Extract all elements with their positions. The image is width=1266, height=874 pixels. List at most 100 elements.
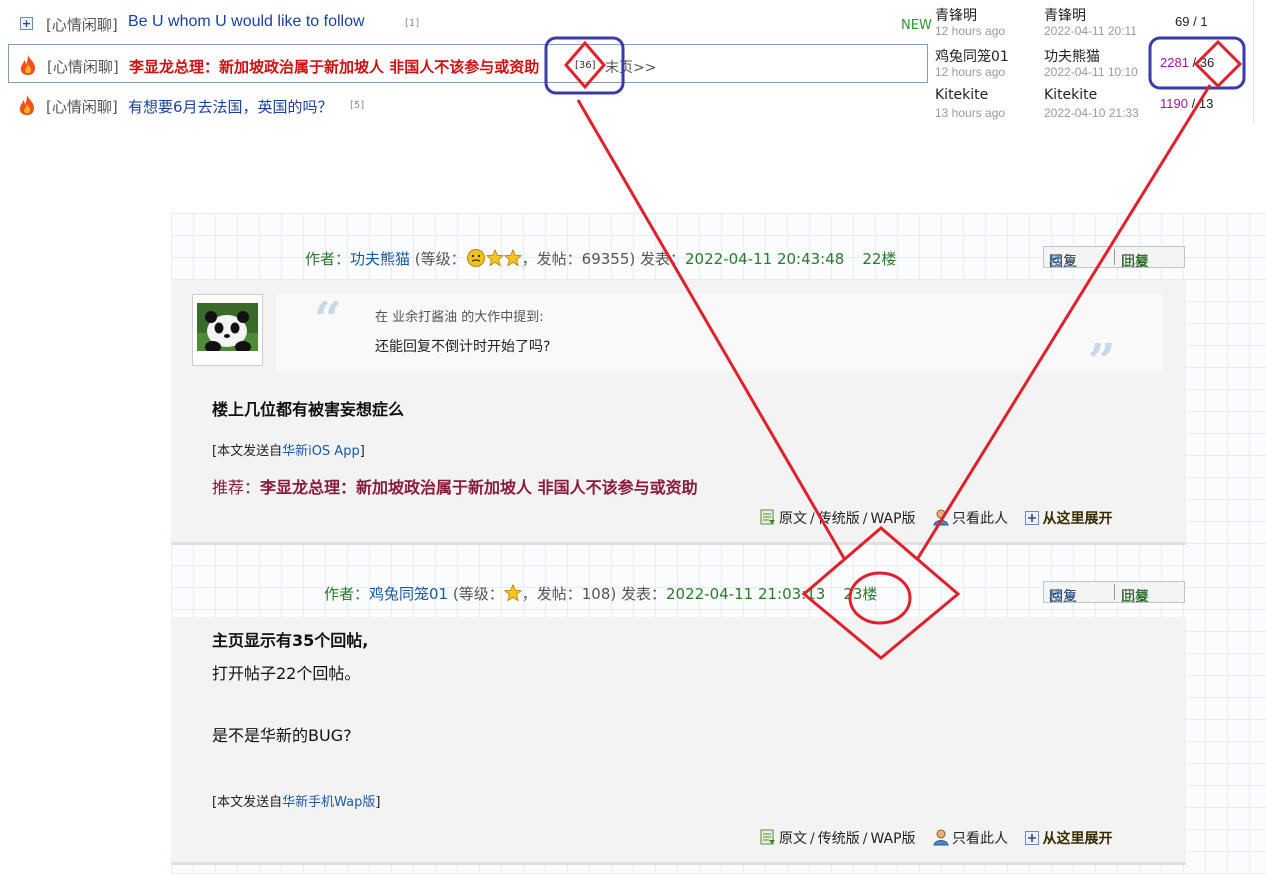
original-doc-icon xyxy=(760,509,775,525)
topic-author-time: 13 hours ago xyxy=(935,106,1006,120)
only-author-group: 只看此人 xyxy=(932,829,1008,847)
author-label: 作者： xyxy=(305,250,351,268)
source-suffix: ] xyxy=(375,795,381,810)
reply-count: 1 xyxy=(1200,14,1208,29)
topic-category[interactable]: [心情闲聊] xyxy=(46,14,118,35)
topic-stats: 69 / 1 xyxy=(1175,14,1255,29)
last-post-time: 2022-04-11 10:10 xyxy=(1044,65,1138,79)
reply-buttons: 回复 楼主 回复 此楼 xyxy=(1043,581,1185,605)
original-link[interactable]: 原文 xyxy=(779,511,807,527)
user-icon xyxy=(933,829,949,846)
reply-count: 36 xyxy=(1199,55,1215,70)
source-suffix: ] xyxy=(359,444,365,459)
expand-group: 从这里展开 xyxy=(1024,831,1112,847)
topic-title-link[interactable]: 李显龙总理：新加坡政治属于新加坡人 非国人不该参与或资助 xyxy=(129,56,539,77)
host-label: 楼主 xyxy=(1049,254,1077,270)
classic-link[interactable]: 传统版 xyxy=(818,831,860,847)
topic-row[interactable]: + [心情闲聊] Be U whom U would like to follo… xyxy=(0,2,1254,43)
post-actions: 原文 / 传统版 / WAP版 只看此人 从这里展开 xyxy=(759,508,1112,528)
recommend-link[interactable]: 李显龙总理：新加坡政治属于新加坡人 非国人不该参与或资助 xyxy=(260,478,698,497)
author-label: 作者： xyxy=(324,585,370,603)
plus-box-icon[interactable]: + xyxy=(20,17,33,30)
topic-cell: [心情闲聊] 李显龙总理：新加坡政治属于新加坡人 非国人不该参与或资助 [36]… xyxy=(8,44,928,83)
post-content-line: 是不是华新的BUG? xyxy=(212,726,352,745)
slash: / xyxy=(810,831,815,847)
post-actions: 原文 / 传统版 / WAP版 只看此人 从这里展开 xyxy=(759,828,1112,848)
divider xyxy=(1114,584,1115,600)
only-author-link[interactable]: 只看此人 xyxy=(952,511,1008,527)
this-floor-label: 此楼 xyxy=(1121,254,1149,270)
floor-number: 22楼 xyxy=(862,250,897,268)
page-count[interactable]: [1] xyxy=(405,18,419,29)
post-body: 主页显示有35个回帖, 打开帖子22个回帖。 是不是华新的BUG? [本文发送自… xyxy=(173,617,1186,862)
post-separator xyxy=(171,862,1186,865)
classic-link[interactable]: 传统版 xyxy=(818,511,860,527)
source-link[interactable]: 华新iOS App xyxy=(282,444,360,459)
this-floor-label: 此楼 xyxy=(1121,589,1149,605)
author-link[interactable]: 功夫熊猫 xyxy=(350,250,410,268)
source-prefix: [本文发送自 xyxy=(212,795,283,810)
level-smiley-icon xyxy=(466,249,485,267)
last-post-time: 2022-04-10 21:33 xyxy=(1044,106,1139,120)
topic-author[interactable]: Kitekite xyxy=(935,87,988,103)
topic-list: + [心情闲聊] Be U whom U would like to follo… xyxy=(0,0,1254,122)
topic-cell: [心情闲聊] 有想要6月去法国，英国的吗？ [5] xyxy=(8,85,928,124)
user-icon xyxy=(933,509,949,526)
post-header: 作者：鸡兔同笼01 (等级： ，发帖：108) 发表：2022-04-11 21:… xyxy=(324,583,877,604)
expand-link[interactable]: 从这里展开 xyxy=(1042,511,1112,527)
page-count[interactable]: [36] xyxy=(575,60,596,71)
post-count: ，发帖：69355) 发表： xyxy=(521,250,685,268)
recommend-label: 推荐： xyxy=(212,478,261,497)
topic-author[interactable]: 青锋明 xyxy=(935,5,977,25)
last-poster[interactable]: Kitekite xyxy=(1044,87,1097,103)
original-doc-icon xyxy=(760,829,775,845)
post-datetime: 2022-04-11 21:03:13 xyxy=(666,585,826,603)
stat-separator: / xyxy=(1192,55,1197,70)
last-poster[interactable]: 功夫熊猫 xyxy=(1044,46,1100,66)
recommend-line: 推荐：李显龙总理：新加坡政治属于新加坡人 非国人不该参与或资助 xyxy=(212,474,698,498)
expand-link[interactable]: 从这里展开 xyxy=(1042,831,1112,847)
post-source: [本文发送自华新iOS App] xyxy=(212,440,365,459)
new-badge: NEW xyxy=(901,18,932,33)
reply-count: 13 xyxy=(1198,96,1214,111)
original-link[interactable]: 原文 xyxy=(779,831,807,847)
topic-category[interactable]: [心情闲聊] xyxy=(46,96,118,117)
reply-buttons: 回复 楼主 回复 此楼 xyxy=(1043,246,1185,270)
host-label: 楼主 xyxy=(1049,589,1077,605)
topic-row[interactable]: [心情闲聊] 有想要6月去法国，英国的吗？ [5] Kitekite 13 ho… xyxy=(0,84,1254,125)
quote-source: 在 业余打酱油 的大作中提到: xyxy=(375,310,544,325)
author-link[interactable]: 鸡兔同笼01 xyxy=(369,585,448,603)
topic-row[interactable]: [心情闲聊] 李显龙总理：新加坡政治属于新加坡人 非国人不该参与或资助 [36]… xyxy=(0,43,1254,84)
topic-stats: 2281 / 36 xyxy=(1160,55,1240,70)
topic-category[interactable]: [心情闲聊] xyxy=(47,56,119,77)
wap-link[interactable]: WAP版 xyxy=(870,831,915,847)
wap-link[interactable]: WAP版 xyxy=(870,511,915,527)
expand-plus-icon xyxy=(1025,831,1040,845)
topic-title-link[interactable]: 有想要6月去法国，英国的吗？ xyxy=(128,96,333,117)
topic-title-link[interactable]: Be U whom U would like to follow xyxy=(128,13,365,31)
source-link[interactable]: 华新手机Wap版 xyxy=(282,795,375,810)
slash: / xyxy=(810,511,815,527)
only-author-link[interactable]: 只看此人 xyxy=(952,831,1008,847)
view-count: 69 xyxy=(1175,14,1190,29)
hot-fire-icon xyxy=(20,55,35,75)
last-page-link[interactable]: 末页>> xyxy=(605,57,656,77)
post-count: ，发帖：108) 发表： xyxy=(521,585,666,603)
last-poster[interactable]: 青锋明 xyxy=(1044,5,1086,25)
page-count[interactable]: [5] xyxy=(350,100,364,111)
panda-avatar-image xyxy=(197,303,258,353)
stat-separator: / xyxy=(1191,96,1196,111)
expand-group: 从这里展开 xyxy=(1024,511,1112,527)
topic-author[interactable]: 鸡兔同笼01 xyxy=(935,46,1009,66)
level-star-icon xyxy=(503,583,522,602)
quote-text: 还能回复不倒计时开始了吗? xyxy=(375,339,551,355)
quote-block: “ 在 业余打酱油 的大作中提到: 还能回复不倒计时开始了吗? ” xyxy=(276,294,1162,386)
slash: / xyxy=(862,831,868,847)
post-body: “ 在 业余打酱油 的大作中提到: 还能回复不倒计时开始了吗? ” 楼上几位都有… xyxy=(173,280,1186,542)
post-datetime: 2022-04-11 20:43:48 xyxy=(685,250,845,268)
hot-fire-icon xyxy=(19,95,34,115)
avatar[interactable] xyxy=(192,294,263,366)
expand-plus-icon xyxy=(1025,511,1040,525)
level-star-icon xyxy=(503,248,522,267)
view-count: 2281 xyxy=(1160,55,1189,70)
